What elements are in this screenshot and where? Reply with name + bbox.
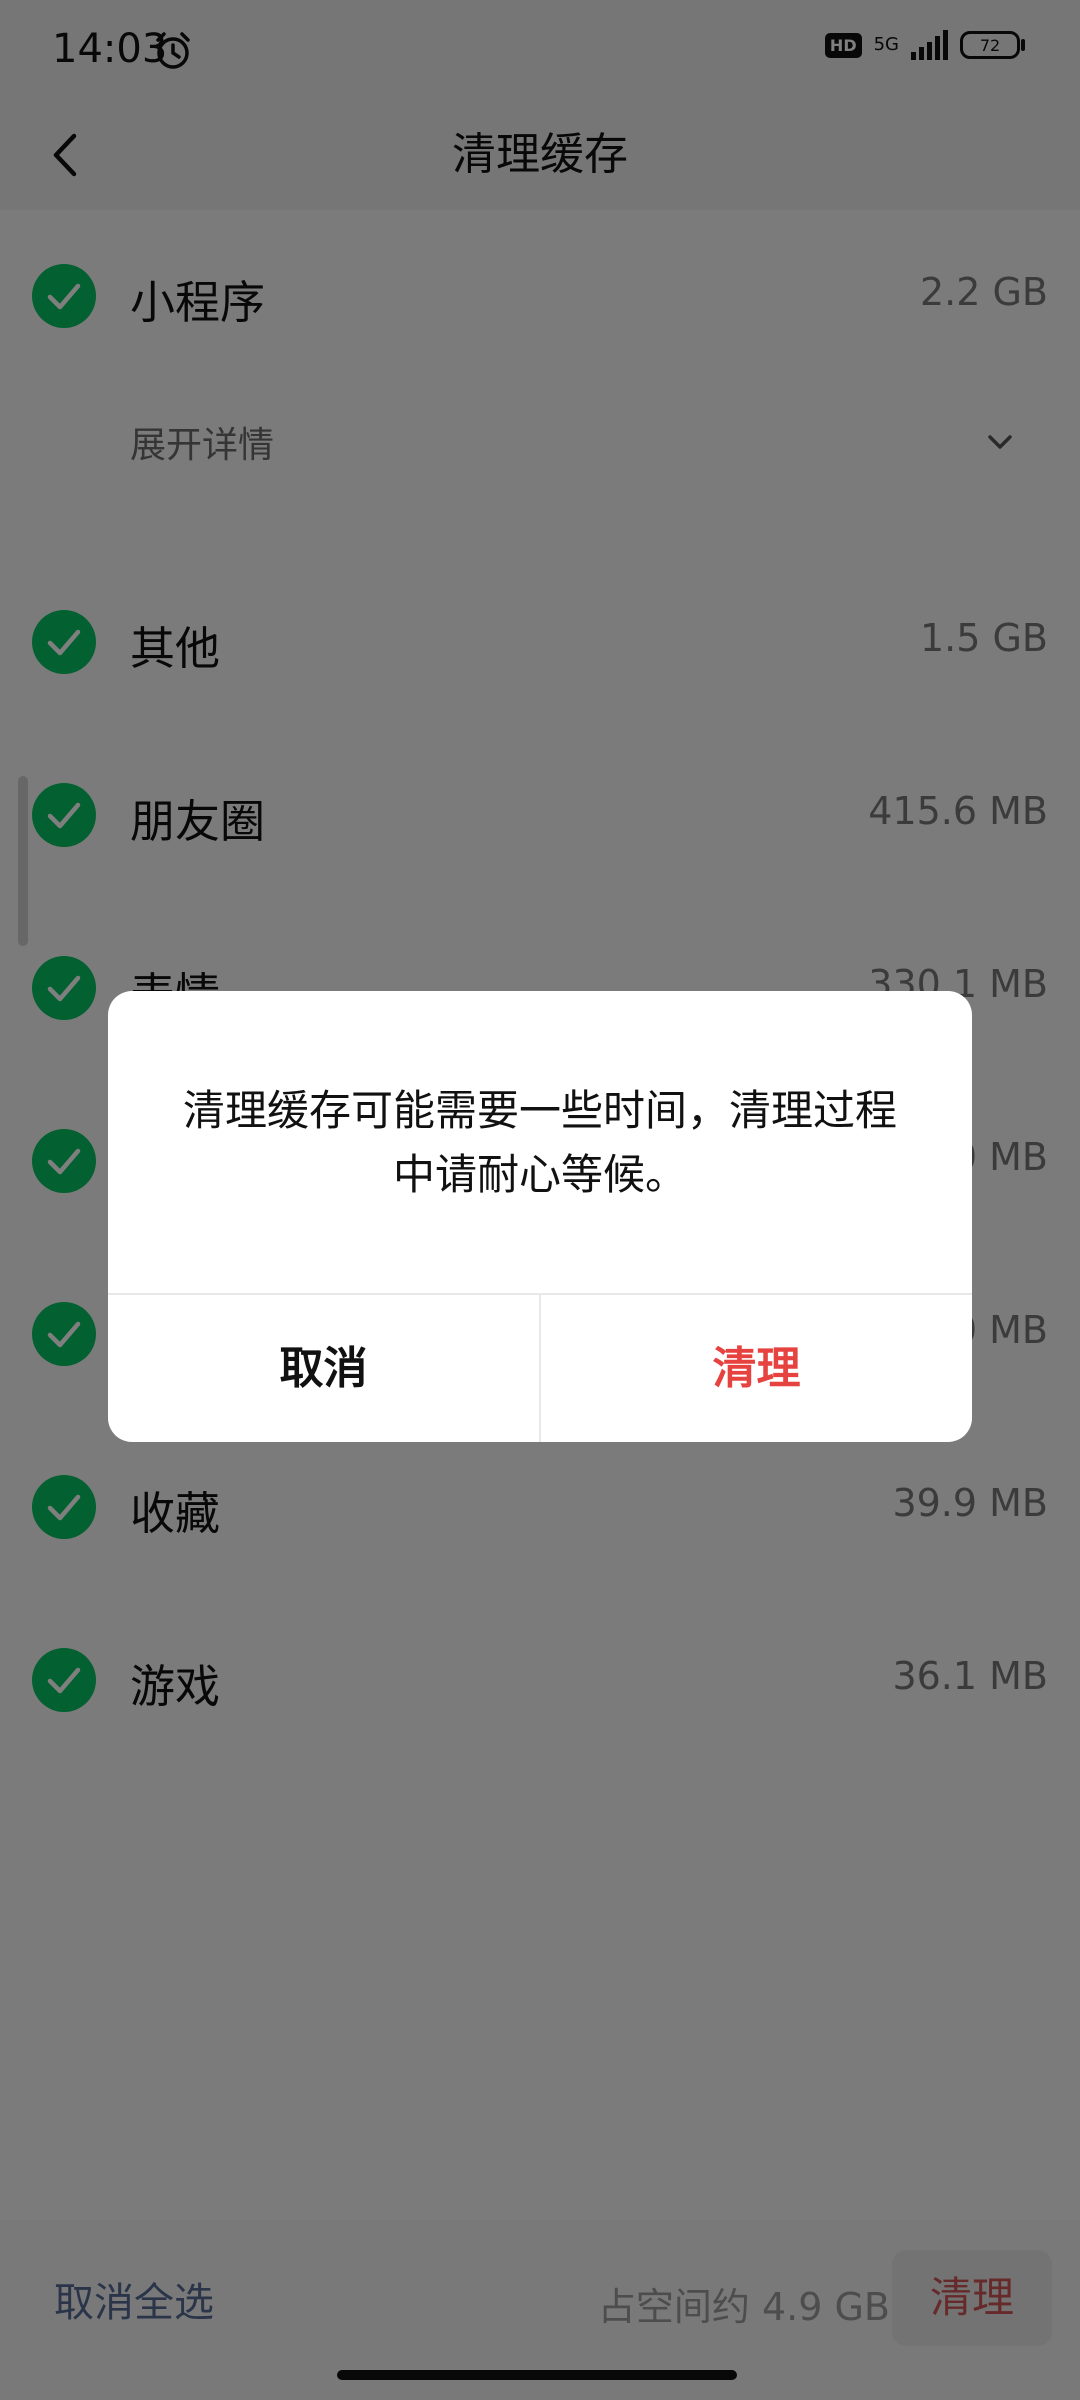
dialog-clean-button[interactable]: 清理	[541, 1295, 972, 1442]
dialog-message: 清理缓存可能需要一些时间，清理过程中请耐心等候。	[182, 1086, 897, 1199]
dialog-cancel-button[interactable]: 取消	[108, 1295, 539, 1442]
confirm-dialog: 清理缓存可能需要一些时间，清理过程中请耐心等候。 取消 清理	[108, 991, 972, 1442]
